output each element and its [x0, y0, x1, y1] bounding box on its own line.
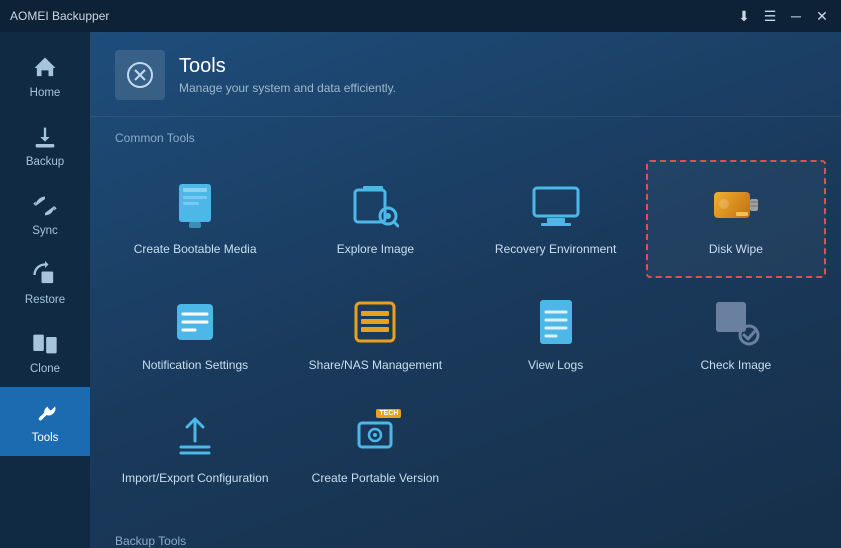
common-tools-heading: Common Tools — [90, 117, 841, 155]
titlebar: AOMEI Backupper ⬇ ☰ ─ ✕ — [0, 0, 841, 32]
check-image-label: Check Image — [701, 358, 772, 374]
tool-recovery-environment[interactable]: Recovery Environment — [466, 160, 646, 278]
import-export-configuration-icon — [169, 409, 221, 461]
tool-check-image[interactable]: Check Image — [646, 278, 826, 392]
sidebar-item-tools[interactable]: Tools — [0, 387, 90, 456]
sync-icon — [31, 192, 59, 220]
create-portable-version-label: Create Portable Version — [312, 471, 439, 487]
create-bootable-media-icon — [169, 180, 221, 232]
share-nas-management-label: Share/NAS Management — [309, 358, 442, 374]
restore-icon — [31, 261, 59, 289]
content-area: Tools Manage your system and data effici… — [90, 32, 841, 548]
sync-label: Sync — [32, 225, 58, 237]
page-header-text: Tools Manage your system and data effici… — [179, 55, 396, 95]
close-btn[interactable]: ✕ — [813, 9, 831, 23]
backup-icon — [31, 123, 59, 151]
import-export-configuration-label: Import/Export Configuration — [122, 471, 269, 487]
minimize-btn[interactable]: ─ — [787, 9, 805, 23]
page-subtitle: Manage your system and data efficiently. — [179, 81, 396, 95]
home-icon — [31, 54, 59, 82]
tech-badge: TECH — [376, 409, 401, 418]
share-nas-management-icon — [349, 296, 401, 348]
notification-settings-label: Notification Settings — [142, 358, 248, 374]
tool-create-bootable-media[interactable]: Create Bootable Media — [105, 160, 285, 278]
disk-wipe-label: Disk Wipe — [709, 242, 763, 258]
clone-icon — [31, 330, 59, 358]
sidebar-item-clone[interactable]: Clone — [0, 318, 90, 387]
recovery-environment-label: Recovery Environment — [495, 242, 616, 258]
home-label: Home — [30, 87, 61, 99]
explore-image-icon — [349, 180, 401, 232]
clone-label: Clone — [30, 363, 60, 375]
view-logs-label: View Logs — [528, 358, 583, 374]
tool-create-portable-version[interactable]: TECH Create Portable Version — [285, 391, 465, 505]
sidebar-item-home[interactable]: Home — [0, 42, 90, 111]
menu-btn[interactable]: ☰ — [761, 9, 779, 23]
sidebar-item-sync[interactable]: Sync — [0, 180, 90, 249]
window-controls: ⬇ ☰ ─ ✕ — [735, 9, 831, 23]
notification-settings-icon — [169, 296, 221, 348]
tools-icon — [31, 399, 59, 427]
tool-notification-settings[interactable]: Notification Settings — [105, 278, 285, 392]
explore-image-label: Explore Image — [337, 242, 414, 258]
download-btn[interactable]: ⬇ — [735, 9, 753, 23]
backup-tools-heading: Backup Tools — [90, 520, 841, 548]
main-layout: Home Backup Sync Restore Clone — [0, 32, 841, 548]
check-image-icon — [710, 296, 762, 348]
sidebar-item-restore[interactable]: Restore — [0, 249, 90, 318]
disk-wipe-icon — [710, 180, 762, 232]
create-bootable-media-label: Create Bootable Media — [134, 242, 257, 258]
view-logs-icon — [530, 296, 582, 348]
restore-label: Restore — [25, 294, 65, 306]
tool-import-export-configuration[interactable]: Import/Export Configuration — [105, 391, 285, 505]
tools-grid: Create Bootable Media Explore Image — [90, 155, 841, 520]
app-title: AOMEI Backupper — [10, 9, 109, 23]
tool-disk-wipe[interactable]: Disk Wipe — [646, 160, 826, 278]
recovery-environment-icon — [530, 180, 582, 232]
tools-label: Tools — [32, 432, 59, 444]
sidebar: Home Backup Sync Restore Clone — [0, 32, 90, 548]
create-portable-version-icon: TECH — [349, 409, 401, 461]
sidebar-item-backup[interactable]: Backup — [0, 111, 90, 180]
page-header: Tools Manage your system and data effici… — [90, 32, 841, 117]
tool-share-nas-management[interactable]: Share/NAS Management — [285, 278, 465, 392]
page-header-icon — [115, 50, 165, 100]
page-title: Tools — [179, 55, 396, 78]
tool-explore-image[interactable]: Explore Image — [285, 160, 465, 278]
backup-label: Backup — [26, 156, 64, 168]
tool-view-logs[interactable]: View Logs — [466, 278, 646, 392]
